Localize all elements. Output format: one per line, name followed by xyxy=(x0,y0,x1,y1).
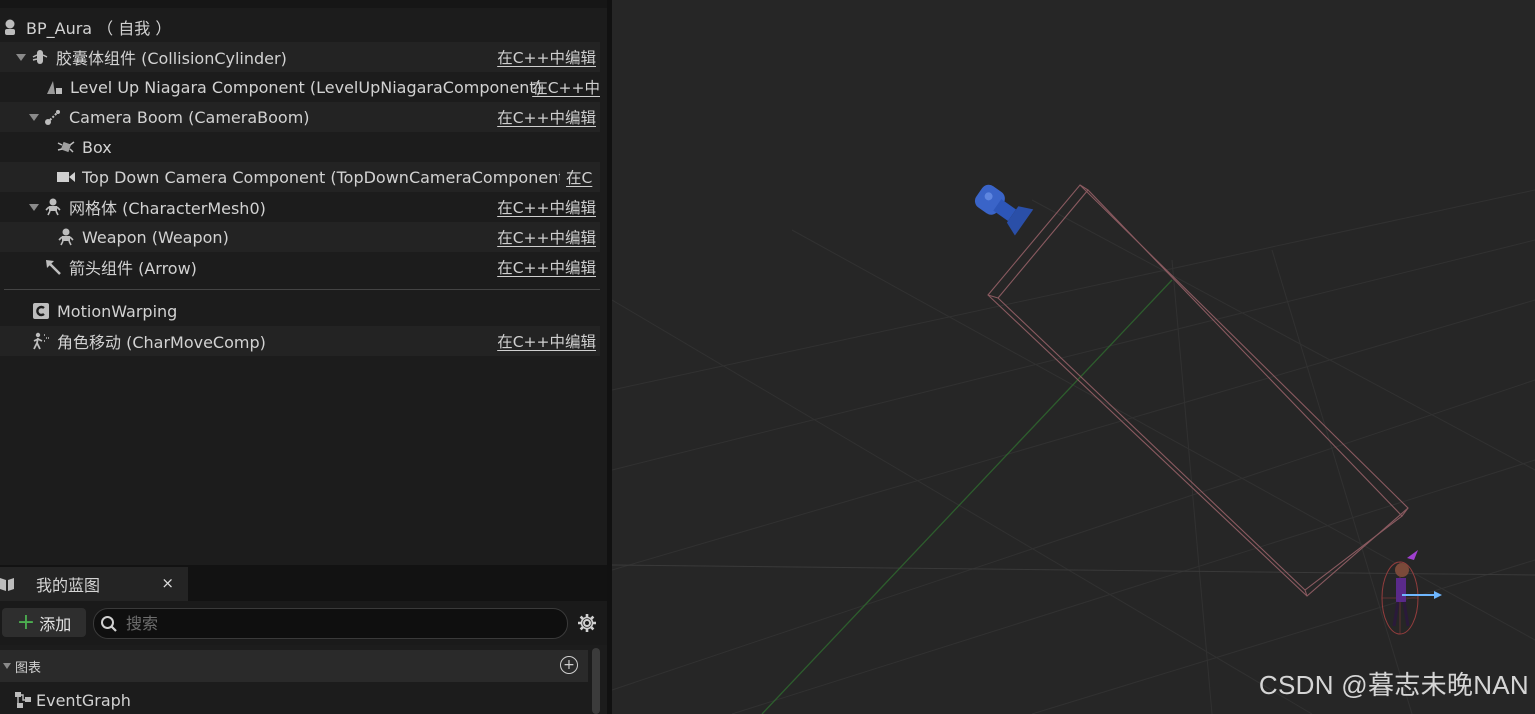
expand-arrow-icon[interactable] xyxy=(29,203,39,211)
character-mesh[interactable] xyxy=(1381,550,1442,635)
component-label: MotionWarping xyxy=(57,301,178,321)
component-label: Top Down Camera Component (TopDownCamera… xyxy=(82,167,571,187)
tab-my-blueprint-label: 我的蓝图 xyxy=(36,576,101,595)
edit-in-cpp-link[interactable]: 在C++中编辑 xyxy=(491,226,596,248)
component-row-character-mesh[interactable]: 网格体 (CharacterMesh0) 在C++中编辑 xyxy=(0,192,600,222)
expand-arrow-icon[interactable] xyxy=(16,53,26,61)
arrow-component-icon xyxy=(43,257,63,277)
component-row-level-up-niagara[interactable]: Level Up Niagara Component (LevelUpNiaga… xyxy=(0,72,600,102)
edit-in-cpp-link[interactable]: 在C++中 xyxy=(526,76,600,98)
component-row-box[interactable]: Box xyxy=(0,132,600,162)
edit-in-cpp-link[interactable]: 在C++中编辑 xyxy=(491,256,596,278)
component-row-camera-boom[interactable]: Camera Boom (CameraBoom) 在C++中编辑 xyxy=(0,102,600,132)
edit-in-cpp-link[interactable]: 在C++中编辑 xyxy=(491,46,596,68)
graphs-section-label: 图表 xyxy=(15,660,42,676)
search-icon xyxy=(100,615,118,633)
watermark: CSDN @暮志未晚NAN xyxy=(1258,670,1529,700)
camera-icon xyxy=(56,167,76,187)
expand-arrow-icon[interactable] xyxy=(29,113,39,121)
movement-icon xyxy=(31,331,51,351)
blueprint-book-icon xyxy=(0,576,14,592)
component-root-label: BP_Aura （ 自我 ） xyxy=(26,19,172,38)
capsule-icon xyxy=(30,47,50,67)
component-row-arrow[interactable]: 箭头组件 (Arrow) 在C++中编辑 xyxy=(0,252,600,282)
spring-arm-icon xyxy=(43,107,63,127)
component-row-motion-warping[interactable]: MotionWarping xyxy=(0,296,600,326)
actor-component-icon xyxy=(31,301,51,321)
skeletal-mesh-icon xyxy=(56,227,76,247)
search-box[interactable] xyxy=(93,608,568,639)
edit-in-cpp-link[interactable]: 在C++中编辑 xyxy=(491,106,596,128)
components-panel: BP_Aura （ 自我 ） 胶囊体组件 (CollisionCylinder)… xyxy=(0,0,608,714)
settings-gear-icon[interactable] xyxy=(576,612,598,634)
box-collision-icon xyxy=(56,137,76,157)
section-divider xyxy=(4,289,600,290)
edit-in-cpp-link[interactable]: 在C xyxy=(560,166,600,188)
component-root[interactable]: BP_Aura （ 自我 ） xyxy=(0,12,600,42)
tab-my-blueprint[interactable]: 我的蓝图 × xyxy=(0,567,188,601)
edit-in-cpp-link[interactable]: 在C++中编辑 xyxy=(491,330,596,352)
add-button-label: 添加 xyxy=(39,614,72,634)
add-button[interactable]: + 添加 xyxy=(2,608,86,637)
floor-grid xyxy=(612,189,1535,714)
event-graph-label: EventGraph xyxy=(36,690,131,710)
component-label: Level Up Niagara Component (LevelUpNiaga… xyxy=(70,77,542,97)
search-input[interactable] xyxy=(124,613,548,634)
box-collision-wireframe xyxy=(987,184,1409,597)
skeletal-mesh-icon xyxy=(43,197,63,217)
y-axis-line xyxy=(761,279,1173,714)
viewport-scene xyxy=(612,178,1535,714)
camera-mesh[interactable] xyxy=(971,178,1034,236)
component-row-char-move-comp[interactable]: 角色移动 (CharMoveComp) 在C++中编辑 xyxy=(0,326,600,356)
pawn-icon xyxy=(0,17,20,37)
viewport[interactable]: CSDN @暮志未晚NAN xyxy=(612,0,1535,714)
component-label: Box xyxy=(82,137,112,157)
add-graph-icon[interactable]: + xyxy=(560,656,578,674)
edit-in-cpp-link[interactable]: 在C++中编辑 xyxy=(491,196,596,218)
component-row-collision-cylinder[interactable]: 胶囊体组件 (CollisionCylinder) 在C++中编辑 xyxy=(0,42,600,72)
component-row-weapon[interactable]: Weapon (Weapon) 在C++中编辑 xyxy=(0,222,600,252)
close-icon[interactable]: × xyxy=(161,574,174,592)
scrollbar[interactable] xyxy=(592,648,600,714)
expand-arrow-icon[interactable] xyxy=(3,663,11,669)
plus-icon: + xyxy=(16,609,36,635)
graphs-section-header[interactable]: 图表 + xyxy=(0,650,588,682)
graph-node-icon xyxy=(14,691,32,709)
component-row-top-down-camera[interactable]: Top Down Camera Component (TopDownCamera… xyxy=(0,162,600,192)
niagara-icon xyxy=(44,77,64,97)
event-graph-item[interactable]: EventGraph xyxy=(0,686,588,714)
